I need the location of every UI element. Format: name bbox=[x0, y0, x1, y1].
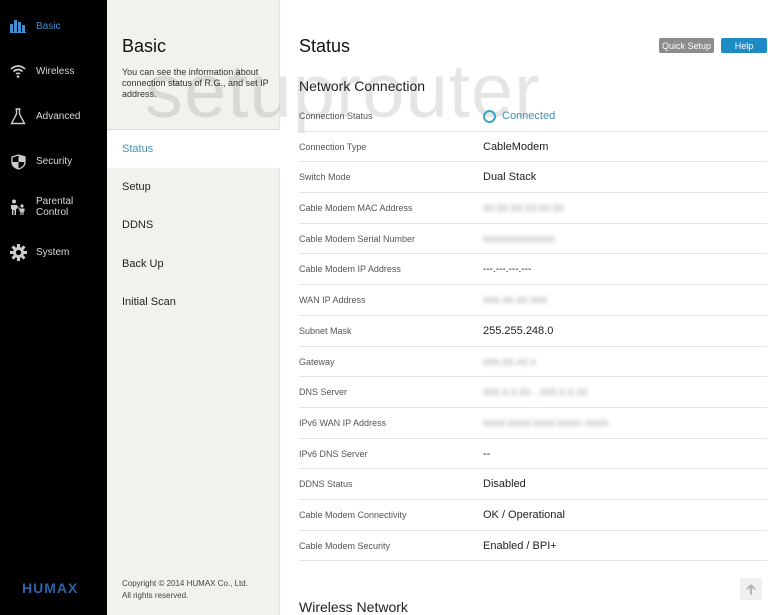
row-label: Cable Modem Serial Number bbox=[299, 233, 416, 244]
family-icon bbox=[0, 199, 36, 216]
row-label: Cable Modem Security bbox=[299, 540, 391, 551]
humax-logo: HUMAX bbox=[22, 580, 79, 596]
nav-item-security[interactable]: Security bbox=[0, 152, 107, 171]
sub-item-back-up[interactable]: Back Up bbox=[107, 245, 280, 283]
arrow-up-icon bbox=[746, 583, 756, 594]
help-button[interactable]: Help bbox=[721, 38, 767, 53]
row-label: Subnet Mask bbox=[299, 325, 352, 336]
section-title: Basic bbox=[122, 36, 167, 56]
sub-item-ddns[interactable]: DDNS bbox=[107, 206, 280, 244]
table-row: Cable Modem Connectivity OK / Operational bbox=[299, 500, 767, 531]
row-label: Connection Status bbox=[299, 111, 373, 121]
connection-status-value: Connected bbox=[483, 101, 555, 131]
row-value-blurred: xxx.xx.xx.xxx bbox=[483, 294, 548, 307]
row-value-blurred: xxx.xx.xx.x bbox=[483, 355, 537, 368]
table-row: Cable Modem Security Enabled / BPI+ bbox=[299, 531, 767, 562]
row-label: Cable Modem Connectivity bbox=[299, 509, 407, 520]
page-title: Status bbox=[299, 36, 351, 56]
nav-item-label: Basic bbox=[36, 20, 61, 32]
row-value: 255.255.248.0 bbox=[483, 324, 554, 337]
status-table: Connection Status Connected Connection T… bbox=[299, 101, 767, 562]
wireless-network-title: Wireless Network bbox=[299, 599, 408, 615]
row-value-blurred: xxxxxxxxxxxxx bbox=[483, 232, 555, 245]
table-row: Connection Type CableModem bbox=[299, 132, 767, 163]
nav-item-advanced[interactable]: Advanced bbox=[0, 106, 107, 126]
row-value-blurred: xxxx:xxxx:xxxx:xxxx::xxxx bbox=[483, 416, 609, 429]
shield-icon bbox=[0, 153, 36, 170]
nav-item-label: Parental Control bbox=[36, 196, 74, 218]
row-value-blurred: xxx.x.x.xx , xxx.x.x.xx bbox=[483, 386, 588, 399]
nav-item-label: Advanced bbox=[36, 110, 81, 122]
nav-item-label: System bbox=[36, 246, 70, 258]
main-content: setuprouter Status Quick Setup Help Netw… bbox=[145, 0, 768, 615]
row-value: ---.---.---.--- bbox=[483, 263, 532, 275]
row-label: DDNS Status bbox=[299, 479, 353, 490]
row-label: Connection Type bbox=[299, 141, 367, 152]
network-connection-title: Network Connection bbox=[299, 78, 426, 94]
row-label: DNS Server bbox=[299, 387, 348, 398]
gear-icon bbox=[0, 243, 36, 261]
nav-item-parental-control[interactable]: Parental Control bbox=[0, 196, 107, 218]
row-value: OK / Operational bbox=[483, 508, 565, 521]
nav-item-label: Security bbox=[36, 156, 73, 167]
sub-nav-panel: Basic You can see the information about … bbox=[107, 0, 280, 615]
wifi-icon bbox=[0, 64, 36, 78]
row-label: Switch Mode bbox=[299, 172, 351, 183]
scroll-to-top-button[interactable] bbox=[740, 578, 762, 600]
sub-item-status[interactable]: Status bbox=[107, 130, 280, 168]
nav-item-basic[interactable]: Basic bbox=[0, 17, 107, 35]
table-row: Subnet Mask 255.255.248.0 bbox=[299, 316, 767, 347]
router-admin-page: Basic Wireless Advanced Security Parenta… bbox=[0, 0, 768, 615]
row-label: Gateway bbox=[299, 356, 335, 367]
table-row: Cable Modem IP Address ---.---.---.--- bbox=[299, 254, 767, 286]
copyright-line: All rights reserved. bbox=[122, 591, 189, 600]
row-label: WAN IP Address bbox=[299, 295, 366, 306]
table-row: IPv6 WAN IP Address xxxx:xxxx:xxxx:xxxx::… bbox=[299, 408, 767, 439]
table-row: IPv6 DNS Server -- bbox=[299, 439, 767, 470]
flask-icon bbox=[0, 107, 36, 125]
table-row: Switch Mode Dual Stack bbox=[299, 162, 767, 194]
section-description: You can see the information about connec… bbox=[122, 67, 269, 99]
row-value: Dual Stack bbox=[483, 171, 537, 184]
quick-setup-button[interactable]: Quick Setup bbox=[659, 38, 714, 53]
nav-item-label: Wireless bbox=[36, 65, 75, 77]
row-label: IPv6 WAN IP Address bbox=[299, 417, 387, 428]
main-nav: Basic Wireless Advanced Security Parenta… bbox=[0, 0, 107, 615]
sub-item-setup[interactable]: Setup bbox=[107, 168, 280, 206]
copyright-line: Copyright © 2014 HUMAX Co., Ltd. bbox=[122, 579, 248, 588]
nav-item-wireless[interactable]: Wireless bbox=[0, 62, 107, 80]
table-row: WAN IP Address xxx.xx.xx.xxx bbox=[299, 285, 767, 316]
table-row: DDNS Status Disabled bbox=[299, 469, 767, 500]
row-label: IPv6 DNS Server bbox=[299, 448, 368, 459]
bar-chart-icon bbox=[0, 19, 36, 33]
row-value: CableModem bbox=[483, 140, 549, 153]
row-value: -- bbox=[483, 447, 491, 460]
table-row: Connection Status Connected bbox=[299, 101, 767, 132]
copyright: Copyright © 2014 HUMAX Co., Ltd. All rig… bbox=[122, 578, 248, 602]
row-value: Enabled / BPI+ bbox=[483, 539, 557, 552]
nav-item-system[interactable]: System bbox=[0, 243, 107, 261]
row-label: Cable Modem IP Address bbox=[299, 264, 401, 275]
table-row: DNS Server xxx.x.x.xx , xxx.x.x.xx bbox=[299, 377, 767, 408]
row-label: Cable Modem MAC Address bbox=[299, 203, 413, 214]
sub-item-initial-scan[interactable]: Initial Scan bbox=[107, 283, 280, 321]
status-text: Connected bbox=[502, 110, 556, 122]
table-row: Gateway xxx.xx.xx.x bbox=[299, 347, 767, 378]
table-row: Cable Modem MAC Address xx:xx:xx:xx:xx:xx bbox=[299, 193, 767, 224]
table-row: Cable Modem Serial Number xxxxxxxxxxxxx bbox=[299, 224, 767, 255]
row-value: Disabled bbox=[483, 478, 526, 491]
status-ring-icon bbox=[483, 109, 496, 123]
row-value-blurred: xx:xx:xx:xx:xx:xx bbox=[483, 202, 565, 215]
